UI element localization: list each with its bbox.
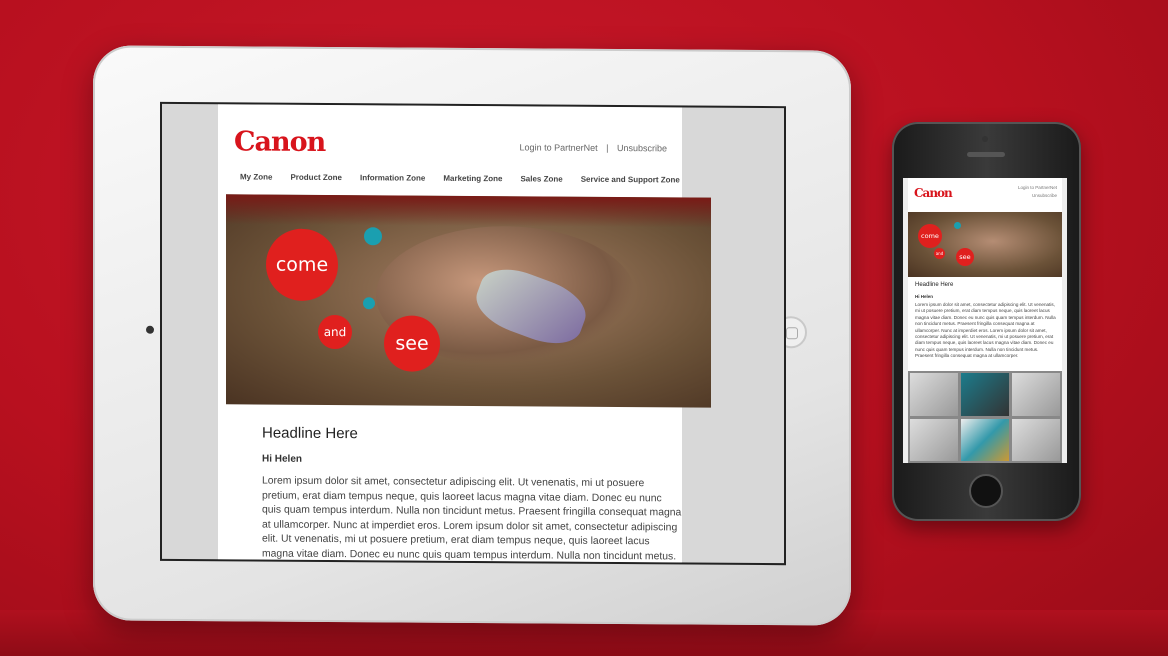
headline: Headline Here — [262, 424, 358, 443]
email-content: Headline Here Hi Helen Lorem ipsum dolor… — [262, 425, 682, 566]
body-text: Lorem ipsum dolor sit amet, consectetur … — [915, 302, 1056, 359]
headline: Headline Here — [915, 282, 954, 288]
email-view: Canon Login to PartnerNet | Unsubscribe … — [218, 104, 711, 565]
bubble-see: see — [956, 248, 974, 266]
home-button[interactable] — [969, 474, 1003, 508]
bubble-see: see — [384, 315, 440, 372]
camera-icon — [982, 136, 988, 142]
body-text: Lorem ipsum dolor sit amet, consectetur … — [262, 475, 682, 566]
bubble-and: and — [318, 314, 352, 350]
teal-dot — [954, 222, 961, 229]
nav-service-support-zone[interactable]: Service and Support Zone — [581, 175, 680, 185]
tablet-device: Canon Login to PartnerNet | Unsubscribe … — [93, 45, 851, 626]
greeting: Hi Helen — [915, 294, 934, 299]
canon-logo[interactable]: Canon — [914, 186, 953, 200]
login-link[interactable]: Login to PartnerNet — [1018, 184, 1057, 192]
teal-dot — [364, 227, 382, 246]
link-separator: | — [606, 142, 609, 153]
banner-background — [226, 194, 711, 228]
camera-icon — [146, 325, 154, 334]
product-tile[interactable] — [910, 373, 958, 416]
greeting: Hi Helen — [262, 453, 303, 465]
mobile-email-view: Canon Login to PartnerNet Unsubscribe co… — [908, 178, 1062, 463]
teal-dot — [363, 297, 375, 310]
bubble-come: come — [266, 228, 338, 302]
bubble-come: come — [918, 224, 942, 248]
nav-my-zone[interactable]: My Zone — [240, 172, 272, 181]
nav-marketing-zone[interactable]: Marketing Zone — [443, 174, 502, 183]
product-tile[interactable] — [1012, 373, 1060, 416]
speaker-grille — [967, 152, 1005, 157]
product-tile[interactable] — [961, 373, 1009, 416]
phone-device: Canon Login to PartnerNet Unsubscribe co… — [892, 122, 1081, 521]
hero-banner[interactable]: come and see — [908, 212, 1062, 277]
login-link[interactable]: Login to PartnerNet — [520, 142, 598, 153]
product-tile[interactable] — [961, 418, 1009, 461]
hero-banner[interactable]: come and see — [226, 194, 711, 408]
top-links: Login to PartnerNet Unsubscribe — [1018, 184, 1057, 200]
unsubscribe-link[interactable]: Unsubscribe — [617, 143, 667, 153]
unsubscribe-link[interactable]: Unsubscribe — [1018, 192, 1057, 200]
phone-screen: Canon Login to PartnerNet Unsubscribe co… — [903, 178, 1067, 463]
tablet-screen: Canon Login to PartnerNet | Unsubscribe … — [160, 101, 786, 566]
canon-logo[interactable]: Canon — [234, 126, 325, 158]
nav-product-zone[interactable]: Product Zone — [290, 173, 342, 182]
nav-information-zone[interactable]: Information Zone — [360, 173, 425, 182]
product-tile[interactable] — [910, 418, 958, 461]
product-tile[interactable] — [1012, 418, 1060, 461]
nav-sales-zone[interactable]: Sales Zone — [520, 174, 562, 183]
bubble-and: and — [934, 248, 945, 259]
main-nav: My Zone Product Zone Information Zone Ma… — [240, 172, 680, 184]
product-image-grid — [908, 371, 1062, 463]
top-links: Login to PartnerNet | Unsubscribe — [517, 142, 670, 153]
